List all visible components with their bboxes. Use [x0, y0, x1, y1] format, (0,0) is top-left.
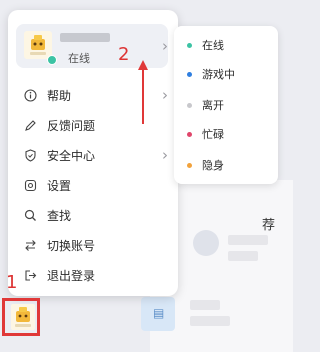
search-icon: [22, 207, 38, 223]
document-icon: ▤: [153, 306, 165, 320]
chevron-right-icon: ›: [162, 86, 168, 104]
menu-item-help[interactable]: 帮助 ›: [8, 83, 178, 107]
contact-name-placeholder: [228, 235, 268, 245]
contact-info-placeholder: [228, 251, 258, 261]
gear-icon: [22, 177, 38, 193]
menu-item-label: 安全中心: [47, 148, 96, 163]
menu-item-logout[interactable]: 退出登录: [8, 263, 178, 287]
profile-menu: 在线 › 帮助 › 反馈问题 安全中心 › 设置 查找 切换账号 退出登录: [8, 10, 178, 296]
menu-item-label: 帮助: [47, 88, 72, 103]
menu-item-settings[interactable]: 设置: [8, 173, 178, 197]
status-option-label: 在线: [202, 39, 224, 52]
status-option-label: 隐身: [202, 159, 224, 172]
annotation-number-1: 1: [6, 272, 18, 293]
recommend-title: 荐: [262, 218, 276, 233]
item-title-placeholder: [190, 300, 220, 310]
switch-icon: [22, 237, 38, 253]
info-icon: [22, 87, 38, 103]
status-dot: [187, 102, 192, 108]
status-option-label: 离开: [202, 99, 224, 112]
chevron-right-icon: ›: [162, 37, 168, 55]
status-option-busy[interactable]: 忙碌: [174, 124, 278, 144]
logout-icon: [22, 267, 38, 283]
contact-avatar: [193, 230, 219, 256]
menu-item-label: 反馈问题: [47, 118, 96, 133]
status-option-gaming[interactable]: 游戏中: [174, 64, 278, 84]
chevron-right-icon: ›: [162, 146, 168, 164]
menu-item-search[interactable]: 查找: [8, 203, 178, 227]
status-option-away[interactable]: 离开: [174, 95, 278, 115]
username-placeholder: [60, 33, 110, 42]
status-dot: [187, 42, 192, 48]
annotation-number-2: 2: [118, 44, 130, 65]
online-status-dot: [47, 55, 57, 65]
user-avatar: [24, 31, 52, 59]
menu-item-security-center[interactable]: 安全中心 ›: [8, 143, 178, 167]
status-option-label: 游戏中: [202, 68, 235, 81]
menu-item-label: 退出登录: [47, 268, 96, 283]
menu-item-switch-account[interactable]: 切换账号: [8, 233, 178, 257]
status-option-invisible[interactable]: 隐身: [174, 155, 278, 175]
menu-item-label: 设置: [47, 178, 72, 193]
status-option-label: 忙碌: [202, 128, 224, 141]
status-label: 在线: [68, 52, 90, 65]
status-dot: [187, 162, 192, 168]
app-tile[interactable]: ▤: [141, 297, 175, 331]
menu-item-feedback[interactable]: 反馈问题: [8, 113, 178, 137]
status-option-online[interactable]: 在线: [174, 35, 278, 55]
taskbar-avatar-button[interactable]: [11, 304, 35, 330]
item-info-placeholder: [190, 316, 230, 326]
profile-status-row[interactable]: 在线 ›: [16, 24, 168, 68]
status-submenu: 在线 游戏中 离开 忙碌 隐身: [174, 26, 278, 184]
pencil-icon: [22, 117, 38, 133]
status-dot: [187, 131, 192, 137]
status-dot: [187, 71, 192, 77]
menu-item-label: 切换账号: [47, 238, 96, 253]
shield-icon: [22, 147, 38, 163]
menu-item-label: 查找: [47, 208, 72, 223]
